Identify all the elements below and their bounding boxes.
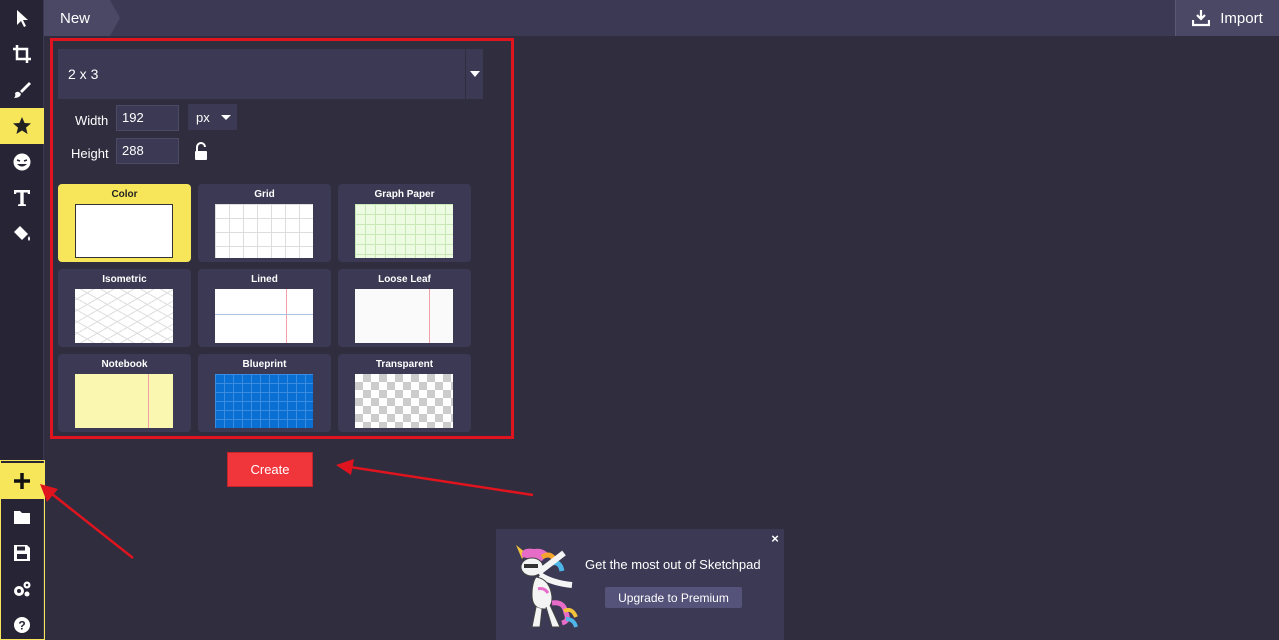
folder-icon xyxy=(14,511,30,524)
help-icon: ? xyxy=(14,617,30,633)
crop-icon xyxy=(13,45,31,63)
card-label: Color xyxy=(111,189,138,200)
width-value: 192 xyxy=(122,110,144,125)
notebook-thumbnail xyxy=(75,374,173,428)
card-label: Loose Leaf xyxy=(378,274,431,285)
promo-title: Get the most out of Sketchpad xyxy=(585,557,761,572)
text-icon xyxy=(14,190,30,206)
fill-tool-button[interactable] xyxy=(0,216,44,252)
unlock-icon[interactable] xyxy=(194,142,208,162)
grid-thumbnail xyxy=(215,204,313,258)
save-button[interactable] xyxy=(0,535,44,571)
background-option-loose-leaf[interactable]: Loose Leaf xyxy=(338,269,471,347)
settings-icon xyxy=(14,581,31,597)
import-label: Import xyxy=(1220,9,1263,27)
fill-icon xyxy=(14,226,30,241)
card-label: Transparent xyxy=(375,359,434,370)
height-value: 288 xyxy=(122,143,144,158)
annotation-arrow-to-new xyxy=(51,493,134,559)
isometric-thumbnail xyxy=(75,289,173,343)
open-button[interactable] xyxy=(0,499,44,535)
plus-icon xyxy=(14,473,30,489)
arrowhead-icon xyxy=(336,459,354,475)
emoji-icon xyxy=(13,153,31,171)
import-button[interactable]: Import xyxy=(1175,0,1279,36)
lined-thumbnail xyxy=(215,289,313,343)
background-option-graph-paper[interactable]: Graph Paper xyxy=(338,184,471,262)
graph-paper-thumbnail xyxy=(355,204,453,258)
unit-select[interactable]: px xyxy=(188,104,237,130)
save-icon xyxy=(14,545,30,561)
help-button[interactable]: ? xyxy=(0,607,44,640)
background-option-transparent[interactable]: Transparent xyxy=(338,354,471,432)
text-tool-button[interactable] xyxy=(0,180,44,216)
star-tool-button[interactable] xyxy=(0,108,44,144)
background-option-notebook[interactable]: Notebook xyxy=(58,354,191,432)
top-bar: New Import xyxy=(44,0,1279,36)
card-label: Grid xyxy=(254,189,275,200)
close-icon[interactable]: × xyxy=(767,531,783,547)
crop-tool-button[interactable] xyxy=(0,36,44,72)
upgrade-premium-label: Upgrade to Premium xyxy=(618,590,729,605)
new-canvas-panel: 2 x 3 Width 192 px Height 288 Color Grid… xyxy=(50,38,514,439)
size-preset-select[interactable]: 2 x 3 xyxy=(58,49,483,99)
height-input[interactable]: 288 xyxy=(116,138,179,164)
blueprint-thumbnail xyxy=(215,374,313,428)
new-canvas-button[interactable] xyxy=(0,463,44,499)
background-option-color[interactable]: Color xyxy=(58,184,191,262)
card-label: Lined xyxy=(251,274,278,285)
select-icon xyxy=(17,10,28,27)
tab-new-label: New xyxy=(60,9,91,27)
width-label: Width xyxy=(75,113,109,128)
color-thumbnail xyxy=(75,204,173,258)
settings-button[interactable] xyxy=(0,571,44,607)
upgrade-premium-button[interactable]: Upgrade to Premium xyxy=(605,587,742,608)
premium-promo: Get the most out of Sketchpad Upgrade to… xyxy=(496,529,784,640)
chevron-down-icon xyxy=(465,49,483,99)
card-label: Graph Paper xyxy=(374,189,435,200)
card-label: Isometric xyxy=(102,274,147,285)
height-label: Height xyxy=(71,146,109,161)
background-option-grid[interactable]: Grid xyxy=(198,184,331,262)
annotation-arrow-to-create xyxy=(349,465,534,497)
width-input[interactable]: 192 xyxy=(116,105,179,131)
background-option-blueprint[interactable]: Blueprint xyxy=(198,354,331,432)
unit-value: px xyxy=(196,109,210,125)
background-option-isometric[interactable]: Isometric xyxy=(58,269,191,347)
card-label: Notebook xyxy=(101,359,148,370)
size-preset-value: 2 x 3 xyxy=(68,66,99,82)
select-tool-button[interactable] xyxy=(0,0,44,36)
transparent-thumbnail xyxy=(355,374,453,428)
brush-tool-button[interactable] xyxy=(0,72,44,108)
svg-text:?: ? xyxy=(18,619,25,633)
card-label: Blueprint xyxy=(242,359,287,370)
file-tools-group: ? xyxy=(0,460,45,640)
tab-new[interactable]: New xyxy=(44,0,120,36)
emoji-tool-button[interactable] xyxy=(0,144,44,180)
create-button[interactable]: Create xyxy=(227,452,313,487)
background-option-lined[interactable]: Lined xyxy=(198,269,331,347)
unicorn-mascot-icon xyxy=(516,545,578,628)
left-toolbar: ? xyxy=(0,0,45,640)
brush-icon xyxy=(14,82,31,98)
import-icon xyxy=(1192,10,1211,27)
star-icon xyxy=(13,117,31,134)
loose-leaf-thumbnail xyxy=(355,289,453,343)
